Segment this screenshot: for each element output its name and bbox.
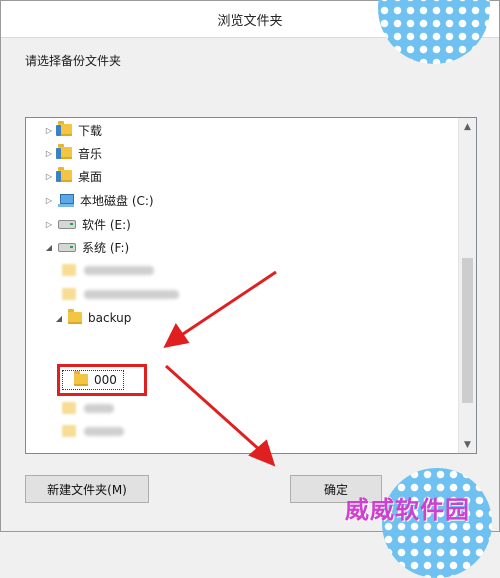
arrow-to-folder-head — [163, 323, 190, 349]
arrow-to-ok-line — [164, 364, 264, 454]
arrow-to-folder-line — [176, 270, 277, 340]
annotation-arrows — [163, 270, 277, 467]
watermark-text: 威威软件园 — [345, 495, 470, 524]
